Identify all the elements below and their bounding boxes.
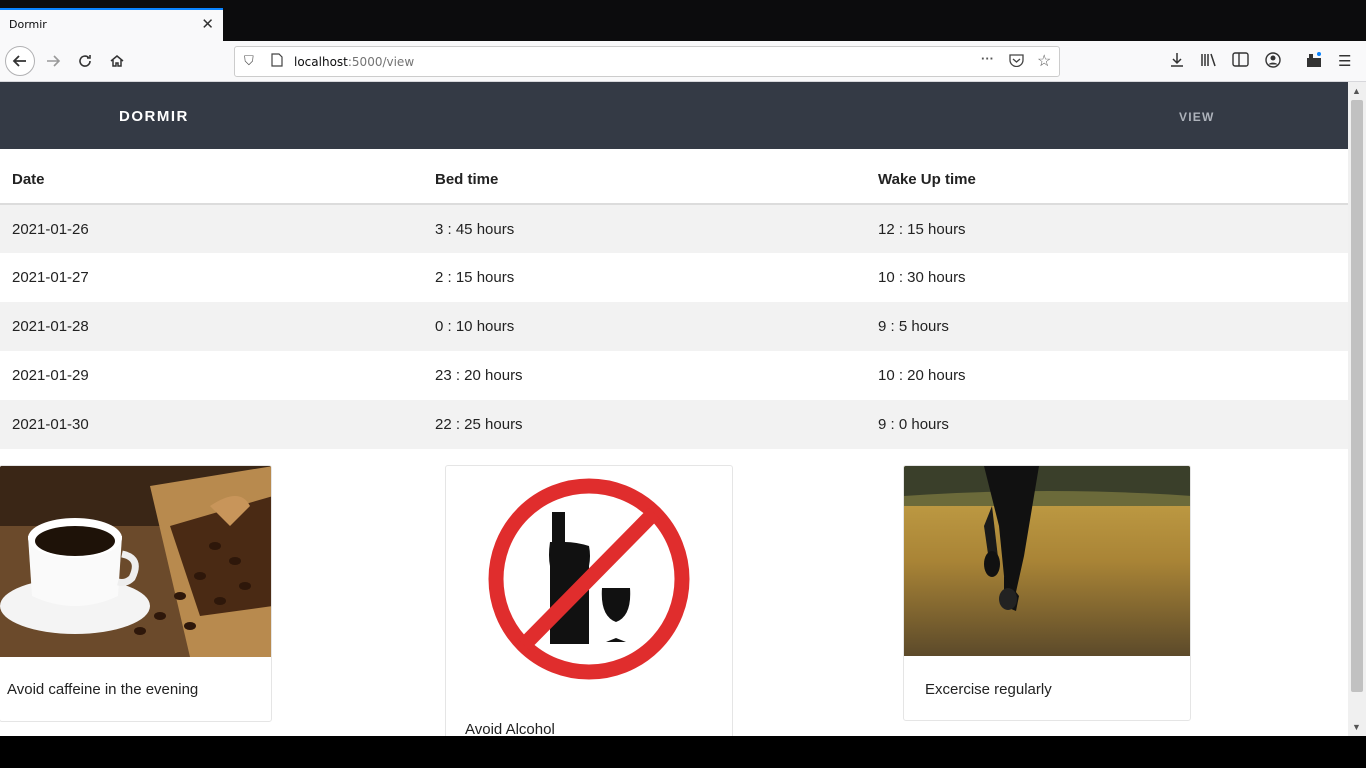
download-icon[interactable]	[1169, 52, 1185, 72]
back-button[interactable]	[5, 46, 35, 76]
pocket-icon[interactable]	[1009, 53, 1024, 70]
menu-icon[interactable]: ☰	[1338, 52, 1351, 70]
sleep-table: Date Bed time Wake Up time 2021-01-26 3 …	[0, 155, 1348, 449]
sidebar-icon[interactable]	[1232, 52, 1249, 71]
table-header-row: Date Bed time Wake Up time	[0, 155, 1348, 205]
url-text: localhost:5000/view	[294, 55, 414, 69]
cell-wake-up-time: 12 : 15 hours	[866, 204, 1348, 253]
column-header-bed-time: Bed time	[423, 155, 866, 205]
table-row: 2021-01-26 3 : 45 hours 12 : 15 hours	[0, 204, 1348, 253]
cell-bed-time: 23 : 20 hours	[435, 367, 523, 384]
extensions-icon[interactable]	[1306, 52, 1322, 72]
scroll-thumb[interactable]	[1351, 100, 1363, 692]
reload-button[interactable]	[70, 46, 100, 76]
column-header-date: Date	[0, 155, 423, 205]
brand-logo[interactable]: DORMIR	[119, 108, 189, 125]
cell-wake-up-time: 10 : 30 hours	[878, 269, 966, 286]
tab-bar: Dormir ✕	[0, 0, 1366, 41]
close-tab-icon[interactable]: ✕	[201, 15, 214, 33]
scroll-down-icon[interactable]: ▼	[1352, 722, 1361, 732]
arrow-right-icon	[47, 55, 61, 67]
tip-text-exercise: Excercise regularly	[925, 681, 1052, 698]
table-row: 2021-01-29 23 : 20 hours 10 : 20 hours	[0, 351, 1348, 400]
cell-wake-up-time: 9 : 0 hours	[866, 400, 1348, 449]
table-row: 2021-01-28 0 : 10 hours 9 : 5 hours	[0, 302, 1348, 351]
cell-wake-up-time: 9 : 5 hours	[866, 302, 1348, 351]
url-path: :5000/view	[347, 55, 415, 69]
cell-bed-time: 0 : 10 hours	[423, 302, 866, 351]
tab-title: Dormir	[9, 18, 47, 31]
url-host: localhost	[294, 55, 348, 69]
cell-bed-time: 2 : 15 hours	[435, 269, 515, 286]
cell-date: 2021-01-27	[12, 269, 89, 286]
url-bar[interactable]: ⛉ localhost:5000/view ··· ☆	[234, 46, 1060, 77]
tip-text-caffeine: Avoid caffeine in the evening	[7, 681, 199, 698]
page-info-icon[interactable]	[271, 53, 283, 70]
home-icon	[110, 55, 124, 67]
table-row: 2021-01-30 22 : 25 hours 9 : 0 hours	[0, 400, 1348, 449]
no-alcohol-sign	[488, 478, 690, 680]
coffee-cup-image	[0, 466, 271, 657]
tip-card-exercise: Excercise regularly	[903, 465, 1191, 721]
cell-date: 2021-01-30	[0, 400, 423, 449]
table-row: 2021-01-27 2 : 15 hours 10 : 30 hours	[0, 253, 1348, 302]
screen: Dormir ✕ ⛉ localhost:5000/view ··· ☆ ☰ D…	[0, 0, 1366, 768]
cell-date: 2021-01-29	[12, 367, 89, 384]
forward-button[interactable]	[38, 46, 68, 76]
page-viewport: DORMIR VIEW Date Bed time Wake Up time 2…	[0, 82, 1348, 736]
reload-icon	[79, 55, 91, 67]
cell-wake-up-time: 10 : 20 hours	[878, 367, 966, 384]
navigation-toolbar: ⛉ localhost:5000/view ··· ☆ ☰	[0, 41, 1366, 82]
more-actions-icon[interactable]: ···	[981, 51, 994, 66]
cell-bed-time: 3 : 45 hours	[423, 204, 866, 253]
page-scrollbar[interactable]: ▲ ▼	[1348, 82, 1366, 736]
runner-image	[904, 466, 1190, 656]
cell-date: 2021-01-26	[0, 204, 423, 253]
bookmark-star-icon[interactable]: ☆	[1037, 51, 1051, 71]
arrow-left-icon	[12, 55, 26, 67]
browser-tab[interactable]: Dormir ✕	[0, 8, 223, 41]
shield-icon[interactable]: ⛉	[244, 53, 254, 69]
cell-date: 2021-01-28	[0, 302, 423, 351]
tip-text-alcohol: Avoid Alcohol	[465, 721, 555, 736]
nav-link-view[interactable]: VIEW	[1179, 110, 1214, 124]
home-button[interactable]	[102, 46, 132, 76]
scroll-up-icon[interactable]: ▲	[1352, 86, 1361, 96]
tip-card-alcohol: Avoid Alcohol	[445, 465, 733, 736]
account-icon[interactable]	[1265, 52, 1281, 72]
tip-card-caffeine: Avoid caffeine in the evening	[0, 465, 272, 722]
library-icon[interactable]	[1200, 52, 1218, 72]
cell-bed-time: 22 : 25 hours	[423, 400, 866, 449]
app-header: DORMIR VIEW	[0, 82, 1348, 149]
column-header-wake-up-time: Wake Up time	[866, 155, 1348, 205]
